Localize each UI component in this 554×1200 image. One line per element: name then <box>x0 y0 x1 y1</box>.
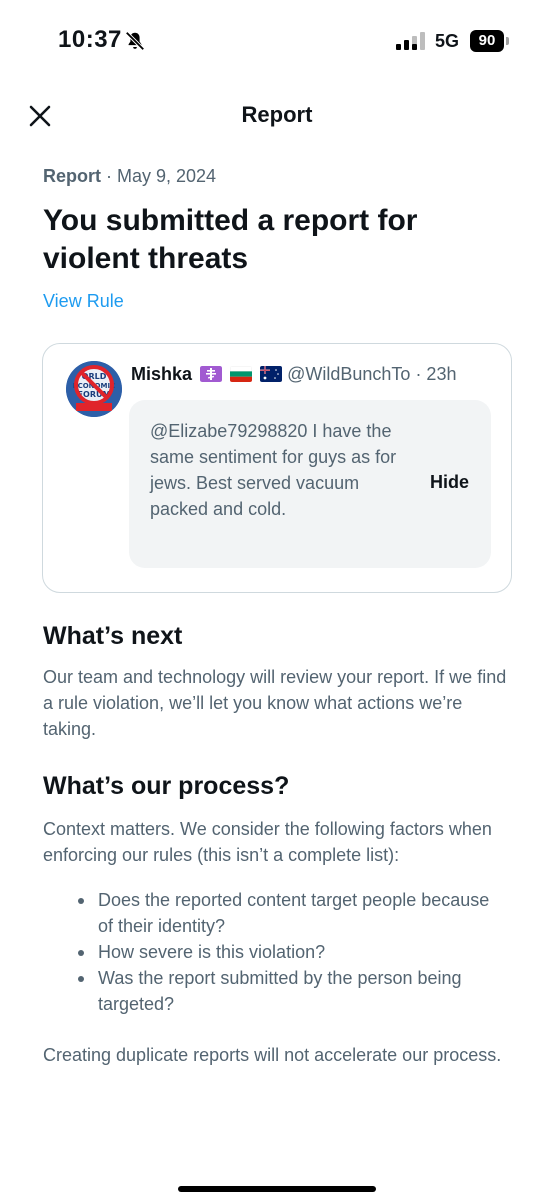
process-footer: Creating duplicate reports will not acce… <box>43 1045 502 1065</box>
whats-next-text: Our team and technology will review your… <box>43 667 507 739</box>
author-name[interactable]: Mishka <box>131 364 192 384</box>
tweet-header: Mishka @WildBunchTo · 23h <box>131 364 456 385</box>
tweet-time: · 23h <box>415 364 457 384</box>
avatar[interactable]: ORLD ECONOMIC FORUM <box>66 361 122 417</box>
home-indicator[interactable] <box>178 1186 376 1192</box>
orthodox-cross-icon <box>200 366 223 382</box>
bulgaria-flag-icon <box>230 366 253 382</box>
report-meta: Report · May 9, 2024 <box>43 166 216 187</box>
tweet-text: @Elizabe79298820 I have the same sentime… <box>150 421 397 519</box>
author-handle[interactable]: @WildBunchTo <box>287 364 410 384</box>
battery-icon: 90 <box>470 30 504 52</box>
tweet-body: @Elizabe79298820 I have the same sentime… <box>129 400 491 568</box>
header: Report <box>0 84 554 148</box>
process-heading: What’s our process? <box>43 772 290 800</box>
report-heading: You submitted a report for violent threa… <box>43 204 418 275</box>
whats-next-heading: What’s next <box>43 622 183 650</box>
bell-off-icon <box>125 31 145 51</box>
process-intro: Context matters. We consider the followi… <box>43 819 492 865</box>
list-item: How severe is this violation? <box>78 939 508 965</box>
process-factors-list: Does the reported content target people … <box>78 887 508 1017</box>
battery-tip <box>506 37 509 45</box>
status-bar: 10:37 5G 90 <box>0 0 554 84</box>
page-title: Report <box>241 102 313 127</box>
status-time: 10:37 <box>58 26 122 53</box>
australia-flag-icon <box>260 366 283 382</box>
reported-tweet-card[interactable]: ORLD ECONOMIC FORUM Mishka <box>42 343 512 593</box>
list-item: Was the report submitted by the person b… <box>78 965 508 1017</box>
network-type: 5G <box>435 31 460 51</box>
view-rule-link[interactable]: View Rule <box>43 291 124 312</box>
hide-button[interactable]: Hide <box>430 472 469 493</box>
avatar-image: ORLD ECONOMIC FORUM <box>66 361 122 417</box>
report-date: · May 9, 2024 <box>106 166 217 186</box>
report-label: Report <box>43 166 101 186</box>
signal-icon <box>396 32 425 50</box>
list-item: Does the reported content target people … <box>78 887 508 939</box>
